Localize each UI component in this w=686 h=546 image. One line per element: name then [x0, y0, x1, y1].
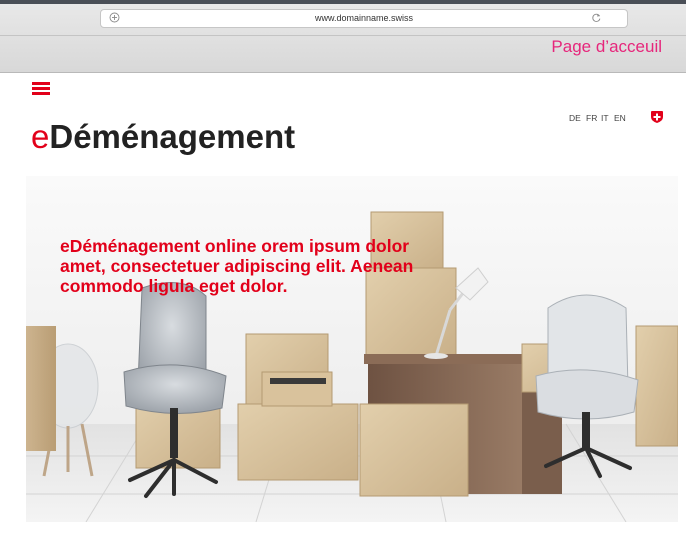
site-title-main: Déménagement — [49, 118, 296, 155]
hero-headline-line: eDéménagement online orem ipsum dolor — [60, 236, 410, 256]
window-top-border — [0, 0, 686, 4]
address-bar[interactable]: www.domainname.swiss — [100, 9, 628, 28]
address-url[interactable]: www.domainname.swiss — [101, 13, 627, 23]
toolbar-separator — [0, 35, 686, 36]
page-label: Page d’acceuil — [551, 37, 662, 56]
reload-icon[interactable] — [591, 12, 602, 23]
hamburger-menu-icon[interactable] — [32, 82, 50, 96]
lang-de[interactable]: DE — [569, 113, 581, 123]
swiss-flag-icon — [651, 111, 663, 123]
lang-fr[interactable]: FR — [586, 113, 597, 123]
site-title-prefix: e — [31, 118, 50, 155]
lang-en[interactable]: EN — [614, 113, 626, 123]
lang-it[interactable]: IT — [601, 113, 609, 123]
hero-headline: eDéménagement online orem ipsum dolor am… — [60, 236, 520, 296]
hero-image — [26, 176, 678, 522]
hero-headline-line: amet, consectetuer adipiscing elit. Aene… — [60, 256, 414, 276]
site-title[interactable]: eDéménagement — [31, 118, 295, 156]
browser-chrome: www.domainname.swiss Page d’acceuil — [0, 0, 686, 73]
hero-headline-line: commodo ligula eget dolor. — [60, 276, 288, 296]
